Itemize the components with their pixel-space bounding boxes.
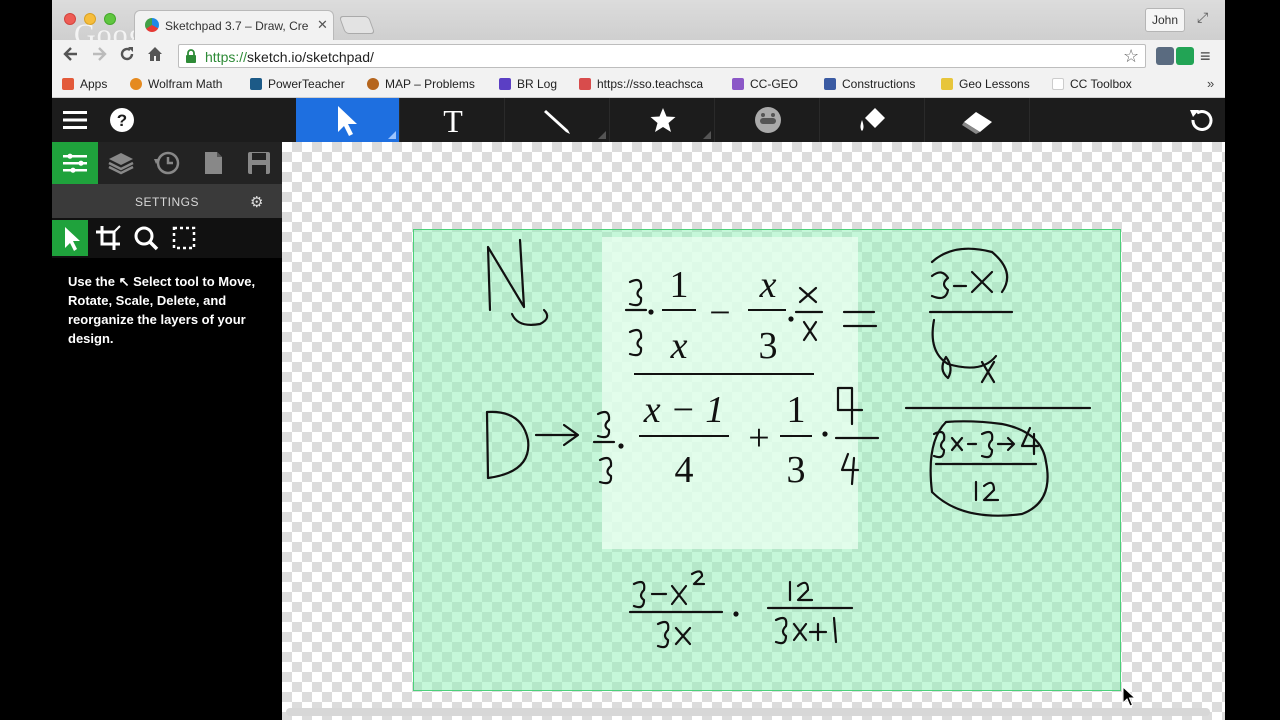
typed-denominator-4: 4 [675,449,694,491]
bookmark-wolfram-math[interactable]: Wolfram Math [130,77,222,91]
bookmark-cc-geo[interactable]: CC-GEO [732,77,798,91]
layers-icon [108,153,134,175]
reload-icon[interactable] [118,45,136,68]
typed-denominator-x: x [670,325,688,367]
crop-icon [96,225,121,250]
sidebar: SETTINGS ⚙ Use the ↖ Select tool to Move… [52,142,282,720]
gear-icon[interactable]: ⚙ [250,193,263,211]
paint-bucket-icon [860,108,885,131]
emoji-face-icon [755,107,781,133]
bookmark-constructions[interactable]: Constructions [824,77,915,91]
tool-help-text: Use the ↖ Select tool to Move, Rotate, S… [68,274,256,346]
drawing-canvas[interactable]: 1 x − x 3 x − 1 4 + 1 3 [282,142,1225,720]
text-tool-button[interactable]: T [401,98,505,142]
mouse-cursor-icon [1122,686,1137,707]
sketchpad-favicon-icon [145,18,159,32]
tab-close-icon[interactable]: ✕ [317,17,328,33]
eraser-icon [962,112,992,134]
sidebar-tabs [52,142,282,184]
typed-numerator-x-minus-1: x − 1 [643,389,725,431]
typed-numerator-1: 1 [670,264,689,306]
horizontal-scrollbar[interactable] [286,708,1210,716]
typed-plus: + [748,417,769,459]
star-icon [650,108,676,132]
undo-button[interactable] [1179,98,1223,142]
pointer-arrow-icon [65,227,80,251]
bookmark-sso-teachscape[interactable]: https://sso.teachsca [579,77,703,91]
bookmark-br-log[interactable]: BR Log [499,77,557,91]
magnifier-icon [134,226,159,251]
back-icon[interactable] [62,45,80,68]
bookmark-powerteacher[interactable]: PowerTeacher [250,77,345,91]
question-icon: ? [110,108,134,132]
floppy-disk-icon [248,152,270,174]
bookmarks-overflow-button[interactable]: » [1207,76,1214,91]
browser-tab[interactable]: Sketchpad 3.7 – Draw, Cre ✕ [134,10,334,40]
bookmark-apps[interactable]: Apps [62,77,107,91]
zoom-subtool-button[interactable] [128,220,164,256]
shapes-tool-button[interactable] [611,98,715,142]
tab-save[interactable] [236,142,282,184]
svg-text:?: ? [117,111,127,130]
typed-denominator-3b: 3 [787,449,806,491]
pocket-extension-icon[interactable] [1156,47,1174,65]
svg-text:T: T [443,103,463,139]
marquee-subtool-button[interactable] [166,220,202,256]
select-subtools [52,218,282,258]
settings-title: SETTINGS [134,195,199,209]
bookmark-star-icon[interactable]: ☆ [1123,46,1139,67]
home-icon[interactable] [146,45,164,68]
hamburger-icon [63,111,87,129]
crop-subtool-button[interactable] [90,220,126,256]
tab-title: Sketchpad 3.7 – Draw, Cre [165,19,309,33]
chrome-menu-icon[interactable]: ≡ [1200,46,1211,67]
select-tool-button[interactable] [296,98,400,142]
pencil-icon [544,110,570,134]
typed-numerator-1b: 1 [787,389,806,431]
forward-icon[interactable] [90,45,108,68]
settings-header: SETTINGS ⚙ [52,184,282,218]
main-menu-button[interactable] [52,98,96,142]
classroom-extension-icon[interactable] [1176,47,1194,65]
typed-minus: − [709,292,730,334]
fill-tool-button[interactable] [821,98,925,142]
tab-document[interactable] [190,142,236,184]
marquee-select-icon [172,226,196,250]
browser-toolbar: https://sketch.io/sketchpad/ ☆ ≡ [52,40,1225,72]
sketchpad-toolbar: ? T [52,98,1225,142]
new-tab-button[interactable] [338,16,376,34]
undo-icon [1190,110,1213,131]
bookmark-geo-lessons[interactable]: Geo Lessons [941,77,1030,91]
lock-icon [186,49,196,63]
pencil-tool-button[interactable] [506,98,610,142]
tab-layers[interactable] [98,142,144,184]
eraser-tool-button[interactable] [926,98,1030,142]
profile-button[interactable]: John [1145,8,1185,32]
address-bar[interactable]: https://sketch.io/sketchpad/ ☆ [178,44,1146,68]
emoji-tool-button[interactable] [716,98,820,142]
typed-numerator-x: x [759,264,777,306]
text-icon: T [443,103,463,139]
math-layer: 1 x − x 3 x − 1 4 + 1 3 [485,238,1092,649]
pointer-subtool-button[interactable] [52,220,88,256]
browser-window: Google Sketchpad 3.7 – Draw, Cre ✕ John … [52,0,1225,720]
url-text: https://sketch.io/sketchpad/ [205,49,374,65]
document-icon [205,152,222,174]
tab-settings[interactable] [52,142,98,184]
help-button[interactable]: ? [98,98,142,142]
bookmarks-bar: Apps Wolfram Math PowerTeacher MAP – Pro… [52,72,1225,98]
tab-strip: Google Sketchpad 3.7 – Draw, Cre ✕ John … [52,0,1225,51]
handwritten-strokes [485,238,1092,649]
bookmark-cc-toolbox[interactable]: CC Toolbox [1052,77,1132,91]
pointer-arrow-icon [338,106,357,136]
bookmark-map-problems[interactable]: MAP – Problems [367,77,475,91]
fullscreen-icon[interactable]: ⤢ [1197,9,1208,26]
history-icon [154,151,180,175]
tab-history[interactable] [144,142,190,184]
typed-denominator-3: 3 [759,325,778,367]
sliders-icon [63,153,87,173]
